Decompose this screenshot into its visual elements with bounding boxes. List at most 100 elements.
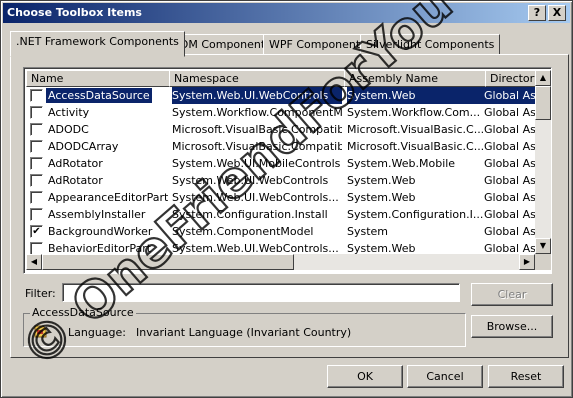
scroll-up-arrow-icon[interactable]: ▲: [535, 70, 551, 86]
component-name: AssemblyInstaller: [48, 208, 146, 221]
namespace-cell: System.Web.UI.MobileControls: [172, 157, 341, 170]
tab-label: WPF Components: [269, 38, 366, 51]
directory-cell: Global Ass: [484, 87, 535, 104]
namespace-cell: System.ComponentModel: [172, 225, 314, 238]
directory-cell: Global Ass: [484, 106, 535, 119]
directory-cell: Global Ass: [484, 191, 535, 204]
cancel-button[interactable]: Cancel: [407, 365, 483, 388]
tab-label: .NET Framework Components: [16, 35, 179, 48]
column-header-directory[interactable]: Directory: [485, 70, 539, 87]
name-cell: AdRotator: [26, 172, 168, 189]
assembly-cell: System.Web.Mobile: [347, 157, 456, 170]
title-bar[interactable]: Choose Toolbox Items ? X: [3, 3, 570, 23]
clear-button[interactable]: Clear: [471, 283, 553, 306]
assembly-cell: Microsoft.VisualBasic.C...: [347, 123, 485, 136]
directory-cell: Global Ass: [484, 140, 535, 153]
filter-label: Filter:: [25, 287, 56, 300]
component-checkbox[interactable]: [30, 123, 43, 136]
tab-panel: Name Namespace Assembly Name Directory A…: [10, 54, 569, 358]
horizontal-scrollbar[interactable]: ◀ ▶: [26, 254, 535, 270]
language-label: Language:: [68, 326, 126, 339]
scroll-left-arrow-icon[interactable]: ◀: [26, 254, 42, 270]
language-icon: [34, 325, 47, 338]
ok-button[interactable]: OK: [327, 365, 403, 388]
directory-cell: Global Ass: [484, 225, 535, 238]
namespace-cell: System.Web.UI.WebControls...: [172, 191, 339, 204]
table-row[interactable]: ADODC Microsoft.VisualBasic.Compatibi... M…: [26, 121, 535, 138]
namespace-cell: System.Web.UI.WebControls: [172, 87, 342, 104]
column-header-namespace[interactable]: Namespace: [169, 70, 345, 87]
list-header: Name Namespace Assembly Name Directory: [26, 70, 539, 87]
name-cell: AdRotator: [26, 155, 168, 172]
assembly-cell: System: [347, 225, 389, 238]
column-header-name[interactable]: Name: [26, 70, 170, 87]
component-checkbox[interactable]: [30, 208, 43, 221]
help-button[interactable]: ?: [528, 5, 546, 21]
browse-button[interactable]: Browse...: [471, 315, 553, 338]
filter-input[interactable]: [62, 283, 460, 302]
name-cell: Activity: [26, 104, 168, 121]
horizontal-scroll-thumb[interactable]: [42, 254, 294, 270]
tab-silverlight-components[interactable]: Silverlight Components: [360, 34, 501, 56]
component-checkbox[interactable]: ✔: [30, 225, 43, 238]
name-cell: AppearanceEditorPart: [26, 189, 168, 206]
component-checkbox[interactable]: [30, 106, 43, 119]
choose-toolbox-items-dialog: Choose Toolbox Items ? X .NET Framework …: [0, 0, 573, 398]
name-cell: ✔ BackgroundWorker: [26, 223, 168, 240]
scrollbar-corner: [535, 254, 551, 270]
component-name: Activity: [48, 106, 90, 119]
details-group-label: AccessDataSource: [30, 306, 136, 319]
table-row[interactable]: ADODCArray Microsoft.VisualBasic.Compatib…: [26, 138, 535, 155]
assembly-cell: System.Configuration.I...: [347, 208, 484, 221]
directory-cell: Global Ass: [484, 174, 535, 187]
language-value: Invariant Language (Invariant Country): [136, 326, 352, 339]
component-name: AdRotator: [48, 174, 103, 187]
scroll-right-arrow-icon[interactable]: ▶: [519, 254, 535, 270]
directory-cell: Global Ass: [484, 157, 535, 170]
tab-net-framework-components[interactable]: .NET Framework Components: [10, 31, 185, 57]
tab-wpf-components[interactable]: WPF Components: [263, 34, 372, 56]
window-title: Choose Toolbox Items: [7, 6, 142, 19]
component-checkbox[interactable]: [30, 191, 43, 204]
close-button[interactable]: X: [548, 5, 566, 21]
table-row[interactable]: AssemblyInstaller System.Configuration.In…: [26, 206, 535, 223]
namespace-cell: System.Workflow.ComponentM...: [172, 106, 342, 119]
table-row[interactable]: AdRotator System.Web.UI.MobileControls Sys…: [26, 155, 535, 172]
components-list[interactable]: Name Namespace Assembly Name Directory A…: [23, 67, 552, 274]
vertical-scroll-thumb[interactable]: [535, 86, 551, 120]
assembly-cell: Microsoft.VisualBasic.C...: [347, 140, 485, 153]
directory-cell: Global Ass: [484, 208, 535, 221]
name-cell: ADODC: [26, 121, 168, 138]
component-name: ADODCArray: [48, 140, 119, 153]
assembly-cell: System.Workflow.Com...: [347, 106, 481, 119]
component-checkbox[interactable]: [30, 174, 43, 187]
directory-cell: Global Ass: [484, 123, 535, 136]
component-name: ADODC: [48, 123, 89, 136]
namespace-cell: Microsoft.VisualBasic.Compatibi...: [172, 140, 342, 153]
table-row[interactable]: Activity System.Workflow.ComponentM... Sys…: [26, 104, 535, 121]
assembly-cell: System.Web: [347, 191, 416, 204]
component-checkbox[interactable]: [30, 140, 43, 153]
table-row[interactable]: ✔ BackgroundWorker System.ComponentModel Sy…: [26, 223, 535, 240]
assembly-cell: System.Web: [347, 174, 416, 187]
table-row[interactable]: AppearanceEditorPart System.Web.UI.WebCon…: [26, 189, 535, 206]
selected-item-details: AccessDataSource Language: Invariant Lan…: [23, 306, 466, 347]
scroll-down-arrow-icon[interactable]: ▼: [535, 238, 551, 254]
component-name: AppearanceEditorPart: [48, 191, 168, 204]
reset-button[interactable]: Reset: [488, 365, 564, 388]
tab-label: COM Components: [172, 38, 271, 51]
namespace-cell: System.Web.UI.WebControls: [172, 174, 329, 187]
name-cell: AccessDataSource: [26, 87, 168, 104]
component-name: AccessDataSource: [46, 88, 152, 103]
namespace-cell: System.Configuration.Install: [172, 208, 328, 221]
table-row[interactable]: AdRotator System.Web.UI.WebControls System…: [26, 172, 535, 189]
table-row[interactable]: AccessDataSource System.Web.UI.WebControl…: [26, 87, 535, 104]
component-checkbox[interactable]: [30, 157, 43, 170]
component-checkbox[interactable]: [30, 89, 43, 102]
component-name: BackgroundWorker: [48, 225, 153, 238]
vertical-scrollbar[interactable]: ▲ ▼: [535, 70, 551, 254]
column-header-assembly-name[interactable]: Assembly Name: [344, 70, 486, 87]
tab-label: Silverlight Components: [366, 38, 495, 51]
name-cell: ADODCArray: [26, 138, 168, 155]
component-name: AdRotator: [48, 157, 103, 170]
